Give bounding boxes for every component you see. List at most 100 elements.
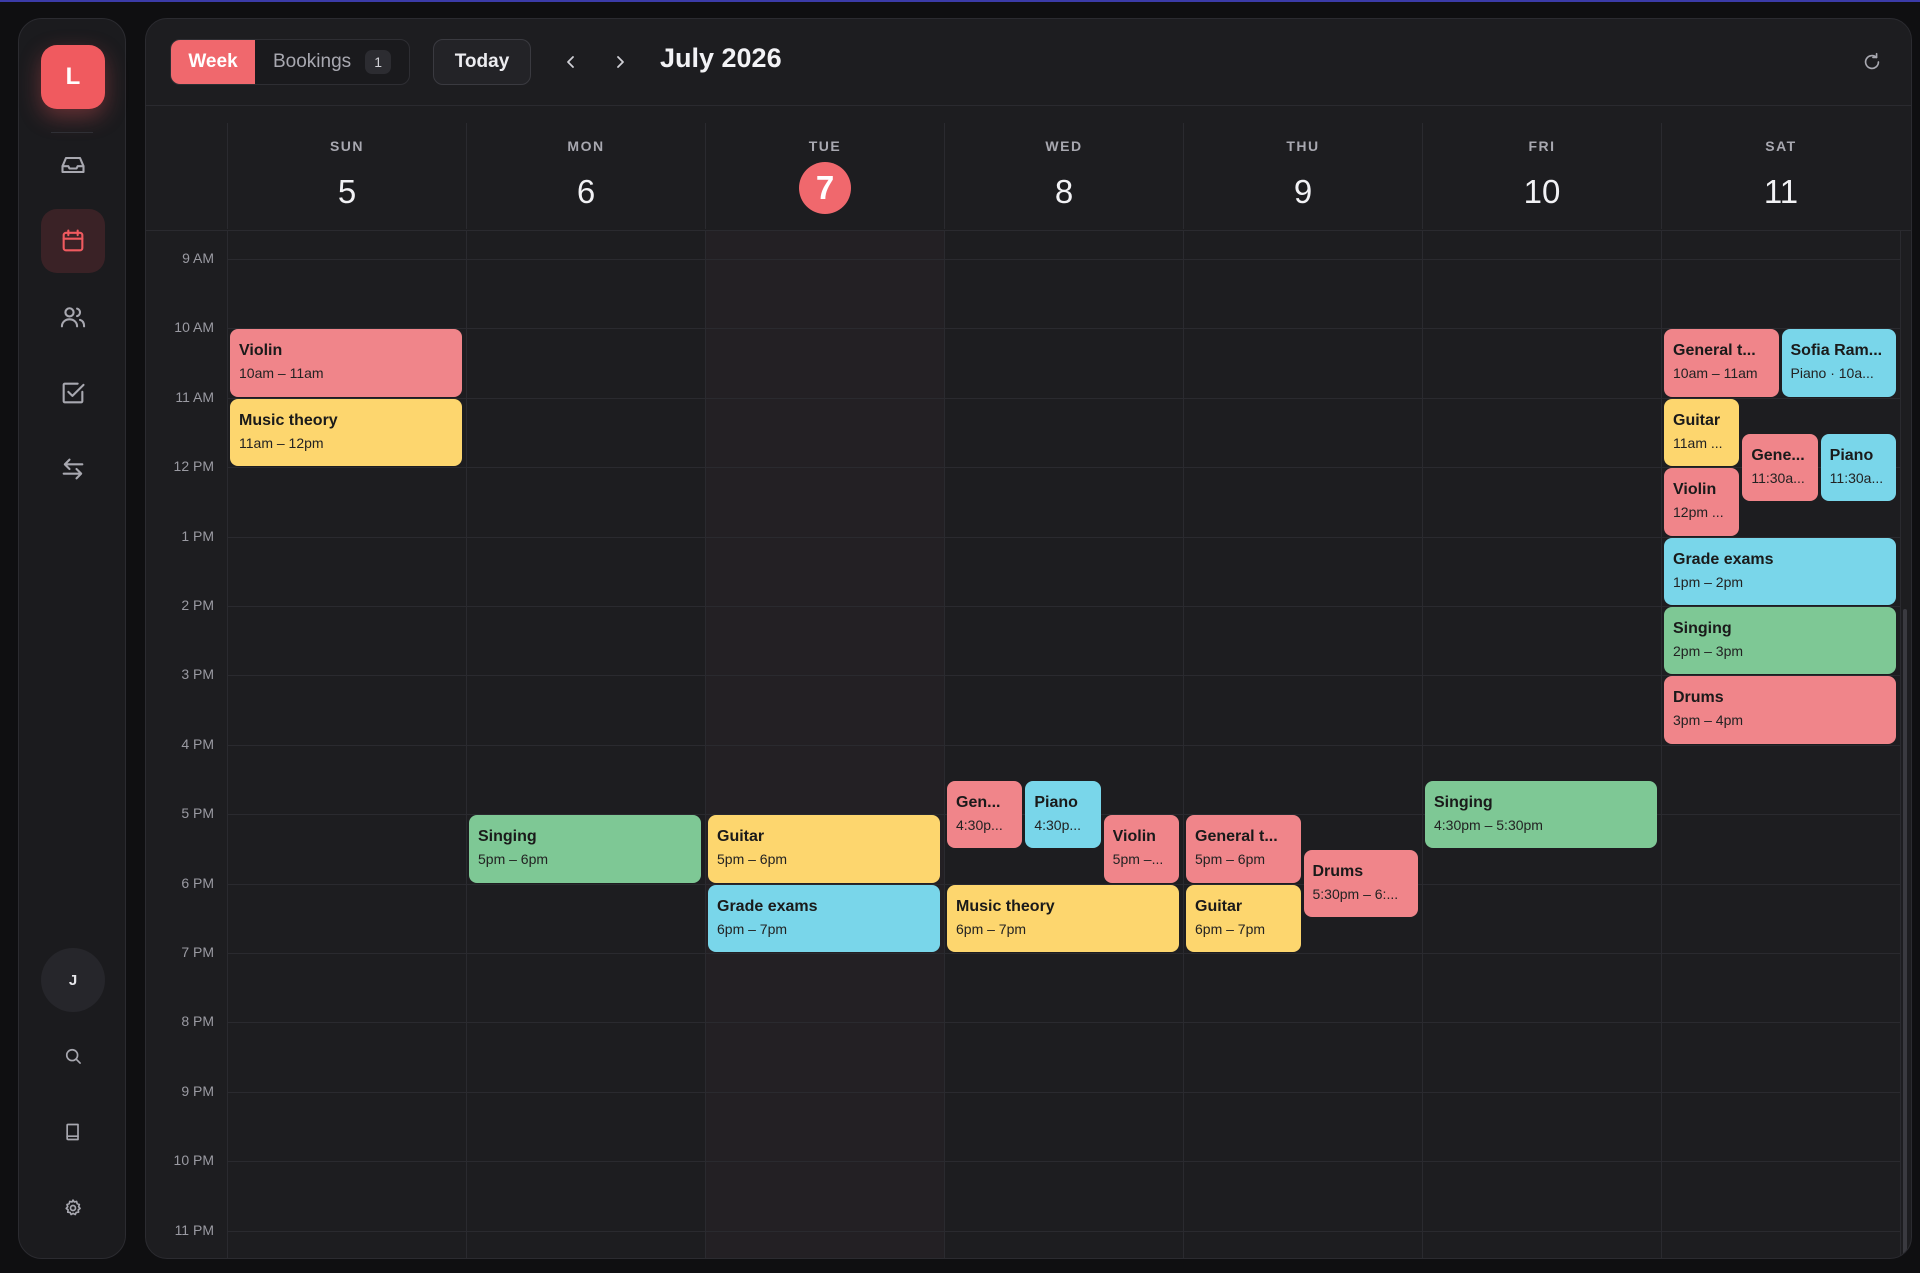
refresh-button[interactable] [1857, 47, 1887, 77]
inbox-icon [61, 156, 85, 174]
event-title: Gene... [1751, 446, 1805, 464]
hour-label: 10 PM [173, 1152, 214, 1169]
view-switcher: Week Bookings 1 [170, 39, 410, 85]
event-title: Violin [1112, 828, 1156, 846]
hour-gridline [227, 259, 1900, 260]
event-time: 4:30p... [1034, 816, 1082, 833]
day-name: WED [1045, 138, 1083, 154]
day-number-wrap: 7 [706, 154, 944, 214]
event-card[interactable]: Grade exams 6pm – 7pm [708, 884, 940, 952]
week-view-tab[interactable]: Week [171, 40, 255, 84]
event-card[interactable]: General t... 10am – 11am [1664, 329, 1779, 397]
day-header[interactable]: SAT 11 [1661, 123, 1900, 229]
event-time: Piano · 10a... [1790, 365, 1874, 382]
previous-week-button[interactable] [556, 45, 586, 79]
event-card[interactable]: Sofia Ram... Piano · 10a... [1781, 329, 1896, 397]
app-logo[interactable]: L [41, 45, 105, 109]
sidebar-search-button[interactable] [41, 1024, 105, 1088]
event-title: Gen... [956, 793, 1001, 811]
hour-label: 9 PM [181, 1082, 214, 1099]
user-avatar[interactable]: J [41, 948, 105, 1012]
event-card[interactable]: Violin 12pm ... [1664, 468, 1740, 536]
search-icon [65, 1048, 81, 1064]
hour-label: 2 PM [181, 597, 214, 613]
bookings-view-tab[interactable]: Bookings 1 [255, 40, 409, 84]
event-time: 3pm – 4pm [1673, 712, 1744, 729]
sidebar: L J [18, 18, 126, 1259]
hour-label: 4 PM [181, 735, 214, 752]
event-time: 5pm – 6pm [1195, 851, 1266, 868]
chevron-left-icon [567, 56, 574, 68]
day-header[interactable]: TUE 7 [705, 123, 944, 229]
today-day-number: 7 [799, 162, 851, 214]
day-name: TUE [808, 138, 842, 154]
day-header[interactable]: THU 9 [1183, 123, 1422, 229]
day-number: 9 [1293, 173, 1313, 210]
hour-label: 3 PM [181, 666, 214, 683]
event-card[interactable]: Music theory 6pm – 7pm [947, 884, 1179, 952]
calendar-panel: Week Bookings 1 Today July 2026 SUN 5 MON 6… [145, 18, 1912, 1259]
calendar-toolbar: Week Bookings 1 Today July 2026 [146, 19, 1911, 106]
hour-gridline [227, 675, 1900, 677]
event-card[interactable]: Drums 3pm – 4pm [1664, 676, 1896, 744]
day-name: THU [1286, 138, 1320, 154]
hour-gridline [227, 1091, 1900, 1093]
event-card[interactable]: Violin 10am – 11am [230, 329, 462, 397]
book-icon [66, 1123, 79, 1141]
day-number: 11 [1763, 173, 1799, 210]
hour-gridline [227, 397, 1900, 399]
event-title: Music theory [956, 897, 1055, 915]
event-title: Piano [1034, 793, 1078, 811]
event-time: 10am – 11am [1673, 365, 1758, 382]
event-card[interactable]: Gen... 4:30p... [947, 780, 1023, 848]
event-title: Piano [1829, 446, 1874, 464]
day-header[interactable]: WED 8 [944, 123, 1183, 229]
sidebar-item-students[interactable] [41, 285, 105, 349]
sidebar-docs-button[interactable] [41, 1100, 105, 1164]
sidebar-settings-button[interactable] [41, 1176, 105, 1240]
calendar-icon [62, 229, 84, 252]
grid-scrollbar[interactable] [1903, 609, 1907, 1258]
event-card[interactable]: Drums 5:30pm – 6:... [1303, 849, 1418, 918]
event-title: Guitar [1673, 411, 1721, 429]
event-card[interactable]: Violin 5pm –... [1103, 815, 1179, 883]
event-title: Drums [1673, 689, 1724, 707]
event-card[interactable]: Singing 4:30pm – 5:30pm [1425, 780, 1657, 848]
today-button[interactable]: Today [433, 39, 531, 85]
day-name: MON [567, 138, 605, 154]
top-accent-line [0, 0, 1920, 2]
sidebar-item-calendar[interactable] [41, 209, 105, 273]
event-title: Music theory [239, 411, 338, 429]
event-card[interactable]: Guitar 11am ... [1664, 398, 1740, 467]
day-number: 8 [1054, 173, 1074, 210]
event-card[interactable]: Music theory 11am – 12pm [230, 398, 462, 467]
sidebar-item-inbox[interactable] [41, 133, 105, 197]
event-card[interactable]: Piano 4:30p... [1025, 780, 1101, 848]
chevron-right-icon [617, 56, 624, 68]
event-card[interactable]: Piano 11:30a... [1820, 433, 1896, 501]
event-title: Singing [1434, 793, 1493, 811]
day-column-divider [1900, 231, 1901, 1258]
hour-label: 8 PM [181, 1013, 214, 1030]
event-time: 5pm – 6pm [717, 851, 788, 868]
hour-label: 12 PM [173, 458, 214, 475]
day-header[interactable]: SUN 5 [227, 123, 466, 229]
day-header[interactable]: FRI 10 [1422, 123, 1661, 229]
gear-icon [65, 1199, 81, 1216]
hour-label: 9 AM [182, 250, 214, 266]
day-header[interactable]: MON 6 [466, 123, 705, 229]
event-time: 11am ... [1673, 434, 1723, 451]
hour-label: 6 PM [181, 874, 214, 891]
event-card[interactable]: Singing 2pm – 3pm [1664, 607, 1896, 675]
event-card[interactable]: Guitar 6pm – 7pm [1186, 884, 1301, 952]
event-card[interactable]: Gene... 11:30a... [1742, 433, 1818, 501]
sidebar-item-transfers[interactable] [41, 437, 105, 501]
day-number: 10 [1523, 173, 1561, 210]
hour-label: 11 AM [175, 388, 214, 405]
event-card[interactable]: Guitar 5pm – 6pm [708, 815, 940, 883]
sidebar-item-tasks[interactable] [41, 361, 105, 425]
event-card[interactable]: General t... 5pm – 6pm [1186, 815, 1301, 883]
next-week-button[interactable] [605, 45, 635, 79]
event-card[interactable]: Grade exams 1pm – 2pm [1664, 537, 1896, 605]
event-card[interactable]: Singing 5pm – 6pm [469, 815, 701, 883]
